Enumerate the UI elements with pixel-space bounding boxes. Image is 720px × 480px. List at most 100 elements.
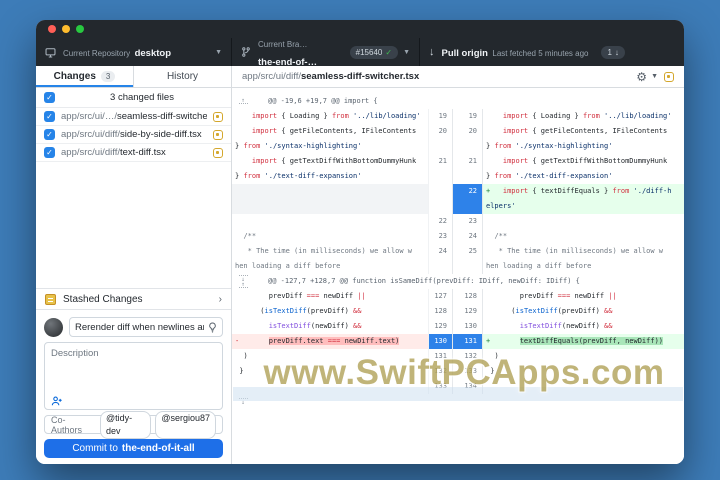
old-line-number[interactable]: 21	[428, 154, 452, 184]
new-line-number[interactable]: 21	[452, 154, 482, 184]
expand-up-icon[interactable]: ↑	[238, 281, 248, 289]
summary-text: Rerender diff when newlines are adde	[75, 321, 204, 333]
old-code-cell: import { getFileContents, IFileContents …	[232, 124, 428, 154]
old-line-number[interactable]: 22	[428, 214, 452, 229]
new-line-number[interactable]: 19	[452, 109, 482, 124]
old-line-number[interactable]: 127	[428, 289, 452, 304]
expand-up-icon[interactable]: ↑	[238, 98, 248, 105]
old-line-number[interactable]: 23	[428, 229, 452, 244]
zoom-window-icon[interactable]	[76, 25, 84, 33]
pull-origin-button[interactable]: ↓ Pull origin Last fetched 5 minutes ago…	[420, 38, 684, 66]
old-line-number[interactable]: 131	[428, 349, 452, 364]
files-header: ✓ 3 changed files	[36, 88, 231, 108]
github-desktop-window: Current Repository desktop ▼ Current Bra…	[36, 20, 684, 464]
file-checkbox[interactable]: ✓	[44, 111, 55, 122]
diff-row: (isTextDiff(prevDiff) && 128 129 (isTextDi…	[232, 304, 684, 319]
current-repository-button[interactable]: Current Repository desktop ▼	[36, 38, 232, 66]
select-all-checkbox[interactable]: ✓	[44, 92, 55, 103]
new-line-number[interactable]: 22	[452, 184, 482, 214]
chevron-down-icon[interactable]: ▼	[651, 73, 658, 80]
code-line: isTextDiff(newDiff) &&	[519, 322, 613, 330]
diff-row: * The time (in milliseconds) we allow w …	[232, 244, 684, 274]
stash-icon	[45, 293, 56, 305]
old-line-number[interactable]: 129	[428, 319, 452, 334]
new-code-cell: import { getFileContents, IFileContents …	[482, 124, 684, 154]
ci-check-icon: ✓	[385, 47, 393, 57]
code-line: /**	[243, 232, 257, 240]
avatar	[44, 317, 63, 337]
diff-header: app/src/ui/diff/seamless-diff-switcher.t…	[232, 66, 684, 88]
old-line-number[interactable]: 24	[428, 244, 452, 274]
diff-marker: +	[486, 187, 491, 195]
modified-status-icon	[664, 71, 674, 82]
code-line: )	[494, 352, 499, 360]
new-line-number[interactable]: 20	[452, 124, 482, 154]
coauthor-pill[interactable]: @tidy-dev	[100, 410, 152, 439]
old-line-number[interactable]: 133	[428, 379, 452, 394]
pull-origin-title: Pull origin	[441, 48, 488, 59]
file-checkbox[interactable]: ✓	[44, 147, 55, 158]
code-line: import { getTextDiffWithBottomDummyHunk …	[486, 157, 668, 180]
code-line: textDiffEquals(prevDiff, newDiff)) +	[483, 334, 684, 349]
code-line: )	[243, 352, 248, 360]
file-row[interactable]: ✓ app/src/ui/…/seamless-diff-switcher.tsx	[36, 108, 231, 126]
stashed-changes-bar[interactable]: Stashed Changes ›	[36, 288, 231, 310]
pr-number-badge[interactable]: #15640 ✓	[349, 45, 399, 59]
old-line-number[interactable]: 128	[428, 304, 452, 319]
file-row[interactable]: ✓ app/src/ui/diff/side-by-side-diff.tsx	[36, 126, 231, 144]
old-line-number[interactable]: 132	[428, 364, 452, 379]
code-line: import { textDiffEquals } from './diff-h…	[483, 184, 684, 214]
pull-origin-subtitle: Last fetched 5 minutes ago	[492, 49, 589, 58]
new-line-number[interactable]: 23	[452, 214, 482, 229]
diff-row: 133 134	[232, 379, 684, 394]
repository-label: Current Repository	[63, 49, 131, 58]
old-line-number[interactable]: 20	[428, 124, 452, 154]
commit-button[interactable]: Commit to the-end-of-it-all	[44, 439, 223, 458]
changes-sidebar: Changes 3 History ✓ 3 changed files ✓ app…	[36, 66, 232, 464]
add-coauthor-icon[interactable]	[51, 396, 216, 406]
file-checkbox[interactable]: ✓	[44, 129, 55, 140]
minimize-window-icon[interactable]	[62, 25, 70, 33]
old-code-cell: )	[232, 349, 428, 364]
new-line-number[interactable]: 133	[452, 364, 482, 379]
coauthors-input[interactable]: Co-Authors @tidy-dev @sergiou87	[44, 410, 223, 439]
old-line-number[interactable]: 19	[428, 109, 452, 124]
code-line: /**	[494, 232, 508, 240]
coauthor-pill[interactable]: @sergiou87	[155, 410, 216, 439]
new-line-number[interactable]: 134	[452, 379, 482, 394]
new-line-number[interactable]: 25	[452, 244, 482, 274]
summary-input[interactable]: Rerender diff when newlines are adde	[69, 317, 223, 337]
close-window-icon[interactable]	[48, 25, 56, 33]
new-line-number[interactable]: 24	[452, 229, 482, 244]
file-row[interactable]: ✓ app/src/ui/diff/text-diff.tsx	[36, 144, 231, 162]
new-line-number[interactable]: 129	[452, 304, 482, 319]
old-line-number[interactable]	[428, 184, 452, 214]
hunk-gutter: ↓	[232, 394, 254, 409]
current-branch-button[interactable]: Current Bra… the-end-of-… #15640 ✓ ▼	[232, 38, 420, 68]
diff-row: ) 131 132 )	[232, 349, 684, 364]
new-code-cell: )	[482, 349, 684, 364]
old-line-number[interactable]: 130	[428, 334, 452, 349]
new-line-number[interactable]: 128	[452, 289, 482, 304]
lightbulb-icon[interactable]	[208, 322, 217, 333]
tab-changes[interactable]: Changes 3	[36, 66, 133, 87]
old-code-cell: prevDiff.text === newDiff.text) -	[232, 334, 428, 349]
new-line-number[interactable]: 131	[452, 334, 482, 349]
old-code-cell: * The time (in milliseconds) we allow w …	[232, 244, 428, 274]
tab-history[interactable]: History	[133, 66, 231, 87]
code-line: (isTextDiff(prevDiff) &&	[260, 307, 362, 315]
gear-icon[interactable]: ⚙	[636, 71, 647, 83]
new-code-cell: import { Loading } from '../lib/loading'	[482, 109, 684, 124]
commit-form: Rerender diff when newlines are adde Des…	[36, 310, 231, 464]
code-line: }	[490, 367, 495, 375]
hunk-header-text: @@ -127,7 +128,7 @@ function isSameDiff(…	[268, 277, 580, 285]
new-line-number[interactable]: 132	[452, 349, 482, 364]
new-line-number[interactable]: 130	[452, 319, 482, 334]
expand-down-icon[interactable]: ↓	[238, 398, 248, 406]
file-list: ✓ app/src/ui/…/seamless-diff-switcher.tsx…	[36, 108, 231, 162]
modified-status-icon	[213, 111, 223, 122]
diff-row: 22 23	[232, 214, 684, 229]
description-box[interactable]: Description	[44, 342, 223, 410]
new-code-cell: prevDiff === newDiff ||	[482, 289, 684, 304]
old-code-cell: /**	[232, 229, 428, 244]
